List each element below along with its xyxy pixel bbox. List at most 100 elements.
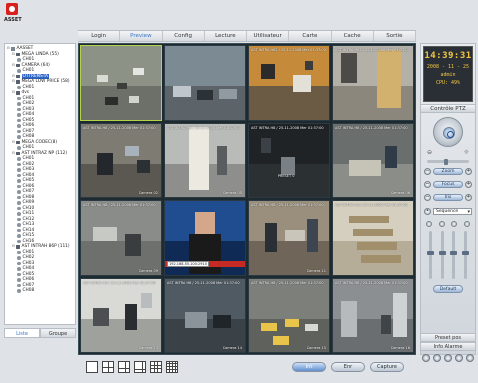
menu-item-cache[interactable]: Cache xyxy=(332,31,374,41)
button-int[interactable]: Int xyxy=(292,362,326,372)
dvr-icon xyxy=(16,74,20,78)
contrast-thumb[interactable] xyxy=(438,251,446,255)
menu-item-sortie[interactable]: Sortie xyxy=(374,31,416,41)
focus-near-button[interactable]: − xyxy=(424,181,431,188)
camera-icon xyxy=(17,272,21,276)
camera-icon xyxy=(17,113,21,117)
camera-tile[interactable]: AST INTRA H8 / 25-11-2008 Mer 01:37:00 Ca… xyxy=(80,200,162,276)
camera-tile[interactable]: AST INTRA H8 / 25-11-2008 Mer 01:37:00 PR… xyxy=(248,122,330,198)
tile-osd-text: AST INTRA H8 / 25-11-2008 Mer 01:37:00 xyxy=(83,203,156,207)
scene-object xyxy=(133,68,145,75)
layout-selector xyxy=(86,361,178,373)
hue-icon[interactable] xyxy=(463,221,470,227)
layout-6-icon[interactable] xyxy=(118,361,130,373)
camera-tile[interactable]: AST INTRA H8 / 25-11-2008 Mer 01:37:00 Ca… xyxy=(164,122,246,198)
scene-object xyxy=(117,82,127,89)
tree-camera-node[interactable]: CH08 xyxy=(7,288,73,294)
button-capture[interactable]: Capture xyxy=(370,362,404,372)
focus-far-button[interactable]: + xyxy=(465,181,472,188)
menu-item-login[interactable]: Login xyxy=(78,31,121,41)
preset-label[interactable]: Preset pos xyxy=(420,333,476,342)
saturation-thumb[interactable] xyxy=(450,251,458,255)
brightness-icon[interactable] xyxy=(426,221,433,227)
menu-item-utilisateur[interactable]: Utilisateur xyxy=(247,31,290,41)
expand-toggle-icon[interactable]: ⊟ xyxy=(12,140,15,146)
scene-object xyxy=(195,212,215,235)
expand-toggle-icon[interactable]: ⊟ xyxy=(12,151,15,157)
contrast-slider[interactable] xyxy=(438,231,446,279)
camera-tile[interactable] xyxy=(80,45,162,121)
alarm-indicator[interactable] xyxy=(432,354,441,362)
tab-groupe[interactable]: Groupe xyxy=(40,328,76,338)
iris-open-button[interactable]: + xyxy=(465,194,472,201)
zoom-in-button[interactable]: + xyxy=(465,168,472,175)
camera-icon xyxy=(17,267,21,271)
hue-thumb[interactable] xyxy=(461,251,469,255)
layout-9-icon[interactable] xyxy=(150,361,162,373)
camera-tile[interactable]: AST INTRA H62 / 25-11-2008 Mer 01:37:00 xyxy=(248,45,330,121)
expand-toggle-icon[interactable]: ⊟ xyxy=(12,79,15,85)
fast-icon[interactable]: ☼ xyxy=(464,149,469,156)
ptz-speed-slider[interactable] xyxy=(427,158,469,165)
contrast-icon[interactable] xyxy=(438,221,445,227)
menu-item-preview[interactable]: Preview xyxy=(120,31,163,41)
camera-tile[interactable]: AST INTRA H62 / 25-11-2008 Mer 01:37:00 xyxy=(332,45,414,121)
hue-slider[interactable] xyxy=(461,231,469,279)
expand-toggle-icon[interactable]: ⊟ xyxy=(12,63,15,69)
default-button[interactable]: Default xyxy=(433,285,463,293)
menu-item-carte[interactable]: Carte xyxy=(289,31,332,41)
scene-object xyxy=(341,300,357,338)
ptz-speed-thumb[interactable] xyxy=(443,158,448,165)
menu-item-lecture[interactable]: Lecture xyxy=(205,31,247,41)
layout-4-icon[interactable] xyxy=(102,361,114,373)
layout-1-icon[interactable] xyxy=(86,361,98,373)
tile-osd-text: AST INTRA H8 / 25-11-2008 Mer 01:37:00 xyxy=(83,280,156,285)
sequence-play-button[interactable]: • xyxy=(424,207,431,215)
tab-liste[interactable]: Liste xyxy=(4,328,40,338)
camera-tile[interactable]: AST INTRA H8 / 25-11-2008 Mer 01:37:00 Ca… xyxy=(332,122,414,198)
button-enr[interactable]: Enr xyxy=(331,362,365,372)
expand-toggle-icon[interactable]: ⊟ xyxy=(7,46,10,52)
expand-toggle-icon[interactable]: ⊟ xyxy=(12,90,15,96)
camera-tile[interactable]: AST INTRA H8 / 25-11-2008 Mer 01:37:00 Ca… xyxy=(164,277,246,353)
dvr-icon xyxy=(16,245,20,249)
alarm-indicator[interactable] xyxy=(421,354,430,362)
alarm-indicator[interactable] xyxy=(466,354,475,362)
iris-label: Iris xyxy=(433,194,463,201)
camera-tile[interactable] xyxy=(164,45,246,121)
camera-tile[interactable]: AST INTRA H8 / 25-11-2008 Mer 01:37:00 xyxy=(332,200,414,276)
camera-tile[interactable]: AST INTRA H8 / 25-11-2008 Mer 01:37:00 Ca… xyxy=(248,200,330,276)
expand-toggle-icon[interactable]: ⊟ xyxy=(12,244,15,250)
layout-8-icon[interactable] xyxy=(134,361,146,373)
alarm-indicator[interactable] xyxy=(455,354,464,362)
saturation-slider[interactable] xyxy=(450,231,458,279)
ptz-joystick[interactable] xyxy=(433,117,463,147)
scene-object xyxy=(273,335,289,345)
tile-osd-text: AST INTRA H8 / 25-11-2008 Mer 01:37:00 xyxy=(251,280,324,285)
clock-time: 14:39:31 xyxy=(424,51,472,61)
camera-icon xyxy=(17,250,21,254)
alarm-indicator[interactable] xyxy=(443,354,452,362)
menu-item-config[interactable]: Config xyxy=(163,31,205,41)
camera-tile[interactable]: 192.168.55.100:2910 xyxy=(164,200,246,276)
camera-tile[interactable]: AST INTRA H8 / 25-11-2008 Mer 01:37:00 Ca… xyxy=(80,277,162,353)
brightness-thumb[interactable] xyxy=(427,251,435,255)
scene-object xyxy=(129,95,140,103)
camera-tile[interactable]: AST INTRA H8 / 25-11-2008 Mer 01:37:00 Ca… xyxy=(332,277,414,353)
camera-icon xyxy=(17,289,21,293)
slow-icon[interactable]: ⊖ xyxy=(427,149,432,156)
brightness-slider[interactable] xyxy=(427,231,435,279)
camera-tile[interactable]: AST INTRA H8 / 25-11-2008 Mer 01:37:00 Ca… xyxy=(248,277,330,353)
zoom-out-button[interactable]: − xyxy=(424,168,431,175)
expand-toggle-icon[interactable]: ⊟ xyxy=(12,52,15,58)
camera-tile[interactable]: AST INTRA H8 / 25-11-2008 Mer 01:37:00 Ca… xyxy=(80,122,162,198)
ptz-center-icon[interactable] xyxy=(443,127,455,139)
scene-object xyxy=(141,293,153,308)
tile-camera-label: Camera 09 xyxy=(138,268,158,273)
tile-camera-label: Camera 06 xyxy=(390,191,410,195)
sequence-select[interactable]: Sequence xyxy=(433,207,472,215)
saturation-icon[interactable] xyxy=(451,221,458,227)
alarm-label[interactable]: Info Alarme xyxy=(420,342,476,351)
layout-16-icon[interactable] xyxy=(166,361,178,373)
iris-close-button[interactable]: − xyxy=(424,194,431,201)
